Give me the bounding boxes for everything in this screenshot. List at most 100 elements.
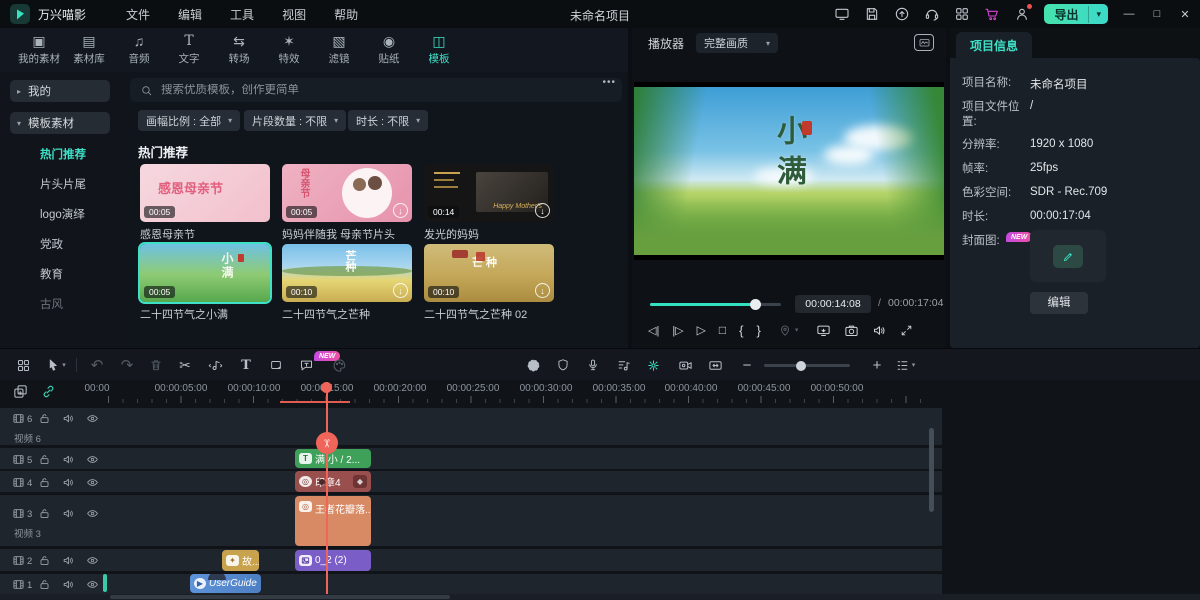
preview-monitor[interactable]: 小满 xyxy=(634,82,944,260)
clip-effect-stamp[interactable]: ◎ 印章4 ◆ xyxy=(295,471,371,492)
resource-grid-icon[interactable] xyxy=(954,6,970,22)
template-card[interactable]: 感恩母亲节 00:05 感恩母亲节 xyxy=(140,164,270,242)
timeline[interactable]: 00:00 00:00:05:00 00:00:10:00 00:00:15:0… xyxy=(0,380,1200,600)
download-icon[interactable]: ↓ xyxy=(535,283,550,298)
cloud-upload-icon[interactable] xyxy=(894,6,910,22)
undo-icon[interactable]: ↶ xyxy=(88,356,106,374)
next-frame-button[interactable]: |▷ xyxy=(672,324,683,337)
media-bin-icon[interactable] xyxy=(14,356,32,374)
add-text-icon[interactable]: T xyxy=(237,356,255,374)
visibility-eye-icon[interactable] xyxy=(86,452,99,466)
template-thumbnail[interactable]: 母亲节 00:05 ↓ xyxy=(282,164,412,222)
sidebar-item-party[interactable]: 党政 xyxy=(40,236,63,252)
track-header-scrollbar[interactable] xyxy=(103,574,107,592)
playback-quality-dropdown[interactable]: 完整画质 ▾ xyxy=(696,33,778,53)
tab-my-media[interactable]: ▣我的素材 xyxy=(14,28,64,72)
menu-help[interactable]: 帮助 xyxy=(334,6,358,23)
track-manager-icon[interactable]: ▾ xyxy=(890,356,920,374)
sidebar-item-hot[interactable]: 热门推荐 xyxy=(40,146,86,162)
export-dropdown-icon[interactable]: ▾ xyxy=(1089,9,1108,20)
mute-icon[interactable] xyxy=(62,553,75,567)
filter-duration[interactable]: 时长 : 不限▾ xyxy=(348,110,428,131)
track-lane-6[interactable] xyxy=(0,408,942,445)
smart-edit-icon[interactable] xyxy=(644,356,662,374)
sidebar-item-logo[interactable]: logo演绎 xyxy=(40,206,85,222)
visibility-eye-icon[interactable] xyxy=(86,411,99,425)
search-input[interactable] xyxy=(161,84,541,96)
clip-image[interactable]: 0_2 (2) xyxy=(295,550,371,571)
marker-button[interactable]: ▾ xyxy=(778,323,799,337)
lock-icon[interactable] xyxy=(38,475,51,489)
ruler-ticks[interactable] xyxy=(108,396,924,403)
template-card-selected[interactable]: 小满 00:05 二十四节气之小满 xyxy=(140,244,270,322)
playhead-handle[interactable] xyxy=(321,382,332,393)
template-thumbnail[interactable]: 芒种 00:10 ↓ xyxy=(282,244,412,302)
play-button[interactable]: ▷ xyxy=(697,323,706,337)
mute-icon[interactable] xyxy=(62,411,75,425)
sidebar-group-my[interactable]: ▸ 我的 xyxy=(10,80,110,102)
clip-sticker-story[interactable]: ✦ 故... xyxy=(222,550,259,571)
lock-icon[interactable] xyxy=(38,506,51,520)
template-thumbnail[interactable]: 芒种 00:10 ↓ xyxy=(424,244,554,302)
lock-icon[interactable] xyxy=(38,411,51,425)
voiceover-mic-icon[interactable] xyxy=(584,356,602,374)
sidebar-item-education[interactable]: 教育 xyxy=(40,266,63,282)
filter-aspect-ratio[interactable]: 画幅比例 : 全部▾ xyxy=(138,110,240,131)
scopes-icon[interactable] xyxy=(914,34,934,51)
progress-track[interactable] xyxy=(650,303,781,306)
track-lane-2[interactable] xyxy=(0,549,942,571)
lock-icon[interactable] xyxy=(38,553,51,567)
tab-transitions[interactable]: ⇆转场 xyxy=(214,28,264,72)
template-card[interactable]: 母亲节 00:05 ↓ 妈妈伴随我 母亲节片头 xyxy=(282,164,412,242)
audio-mixer-icon[interactable] xyxy=(614,356,632,374)
record-screen-icon[interactable] xyxy=(676,356,694,374)
window-minimize-button[interactable]: — xyxy=(1122,8,1136,20)
filter-clip-count[interactable]: 片段数量 : 不限▾ xyxy=(244,110,346,131)
visibility-eye-icon[interactable] xyxy=(86,553,99,567)
account-icon[interactable] xyxy=(1014,6,1030,22)
download-icon[interactable]: ↓ xyxy=(393,283,408,298)
lock-icon[interactable] xyxy=(38,577,51,591)
menu-tools[interactable]: 工具 xyxy=(230,6,254,23)
menu-view[interactable]: 视图 xyxy=(282,6,306,23)
download-icon[interactable]: ↓ xyxy=(393,203,408,218)
more-options-icon[interactable]: ••• xyxy=(602,77,616,88)
track-lane-3[interactable] xyxy=(0,495,942,546)
shopping-cart-icon[interactable] xyxy=(984,6,1000,22)
cover-thumbnail[interactable] xyxy=(1030,230,1106,282)
mute-icon[interactable] xyxy=(62,475,75,489)
mark-in-button[interactable]: { xyxy=(739,323,743,338)
zoom-slider-knob[interactable] xyxy=(796,361,806,371)
sidebar-item-intro-outro[interactable]: 片头片尾 xyxy=(40,176,86,192)
horizontal-scroll-thumb[interactable] xyxy=(110,595,450,599)
mute-icon[interactable] xyxy=(62,452,75,466)
fullscreen-button[interactable] xyxy=(900,324,913,337)
playhead-split-button[interactable]: ✂ xyxy=(316,432,338,454)
color-palette-icon[interactable] xyxy=(330,356,348,374)
snapshot-button[interactable] xyxy=(844,323,859,338)
previous-frame-button[interactable]: ◁| xyxy=(648,324,659,337)
template-card[interactable]: 芒种 00:10 ↓ 二十四节气之芒种 xyxy=(282,244,412,322)
fit-timeline-icon[interactable] xyxy=(706,356,724,374)
stop-button[interactable]: □ xyxy=(719,323,726,337)
volume-button[interactable] xyxy=(872,323,887,338)
menu-file[interactable]: 文件 xyxy=(126,6,150,23)
export-button[interactable]: 导出 ▾ xyxy=(1044,4,1108,24)
template-thumbnail[interactable]: 小满 00:05 xyxy=(140,244,270,302)
search-bar[interactable] xyxy=(130,78,622,102)
cover-edit-icon[interactable] xyxy=(1053,245,1083,268)
mute-icon[interactable] xyxy=(62,577,75,591)
template-thumbnail[interactable]: 感恩母亲节 00:05 xyxy=(140,164,270,222)
track-lane-4[interactable] xyxy=(0,471,942,492)
timeline-vertical-scrollbar[interactable] xyxy=(929,428,934,512)
progress-knob[interactable] xyxy=(750,299,761,310)
tab-filters[interactable]: ▧滤镜 xyxy=(314,28,364,72)
playhead-line[interactable] xyxy=(326,382,328,594)
lock-icon[interactable] xyxy=(38,452,51,466)
mark-out-button[interactable]: } xyxy=(756,323,760,338)
tab-stock-media[interactable]: ▤素材库 xyxy=(64,28,114,72)
support-headset-icon[interactable] xyxy=(924,6,940,22)
save-icon[interactable] xyxy=(864,6,880,22)
split-scissors-icon[interactable]: ✂ xyxy=(176,356,194,374)
timeline-zoom-slider[interactable] xyxy=(764,364,850,367)
